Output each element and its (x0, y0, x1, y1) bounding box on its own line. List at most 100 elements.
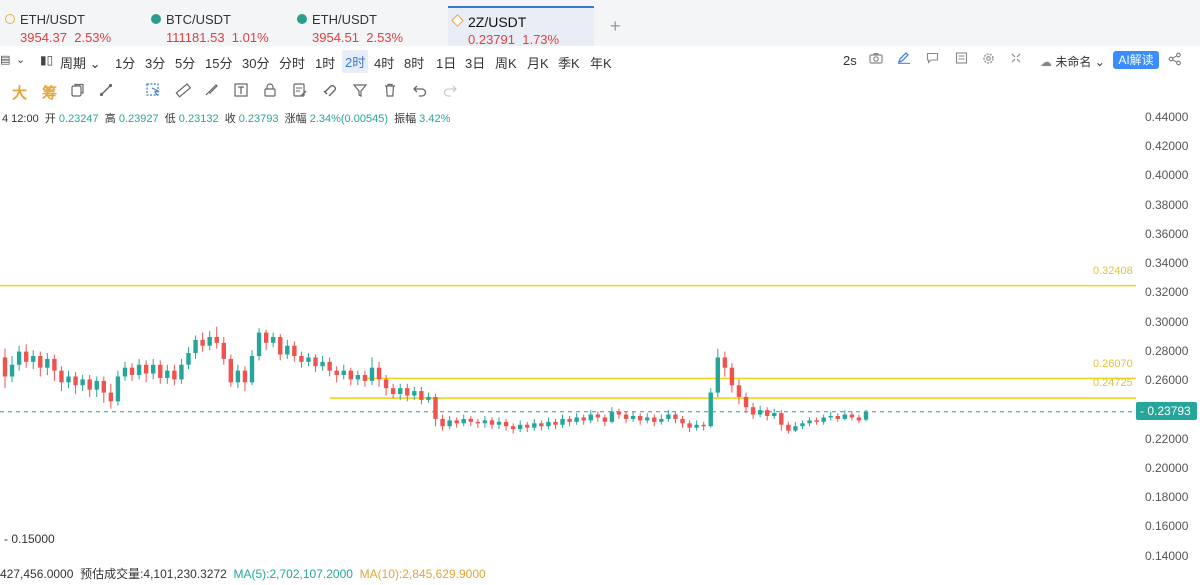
candle-body[interactable] (560, 418, 565, 425)
candle-body[interactable] (66, 376, 71, 383)
candle-body[interactable] (510, 426, 516, 430)
candle-body[interactable] (45, 358, 50, 368)
candle-body[interactable] (129, 367, 135, 376)
candle-body[interactable] (172, 370, 177, 380)
candle-body[interactable] (23, 351, 29, 362)
candlestick-chart[interactable] (0, 104, 1136, 585)
candle-body[interactable] (659, 418, 664, 422)
add-tab-icon[interactable]: + (610, 16, 621, 37)
candle-body[interactable] (87, 379, 92, 390)
candle-body[interactable] (743, 396, 749, 408)
select-cursor-icon[interactable] (145, 82, 161, 102)
candle-body[interactable] (52, 358, 57, 371)
candle-body[interactable] (376, 367, 382, 380)
candle-body[interactable] (214, 336, 219, 343)
candle-body[interactable] (588, 414, 593, 421)
candle-body[interactable] (31, 355, 36, 362)
edit-list-icon[interactable] (292, 82, 308, 102)
candle-body[interactable] (299, 355, 304, 362)
share-icon[interactable] (1168, 52, 1182, 69)
candle-body[interactable] (249, 355, 255, 383)
candle-body[interactable] (637, 415, 643, 421)
candle-body[interactable] (186, 353, 191, 365)
interval-month[interactable]: 月K (527, 53, 549, 72)
candle-body[interactable] (553, 421, 558, 425)
brush-icon[interactable] (203, 82, 219, 102)
candle-body[interactable] (581, 417, 586, 421)
tab-eth-usdt-1[interactable]: ETH/USDT 3954.37 2.53% (0, 6, 146, 46)
filter-icon[interactable] (352, 82, 368, 102)
candle-body[interactable] (369, 367, 375, 381)
interval-1d[interactable]: 1日 (436, 53, 456, 72)
candle-body[interactable] (616, 411, 622, 415)
candle-body[interactable] (136, 364, 142, 376)
candle-body[interactable] (108, 392, 114, 402)
candle-body[interactable] (489, 420, 495, 425)
candle-body[interactable] (722, 357, 728, 368)
candle-body[interactable] (405, 388, 410, 396)
candle-body[interactable] (193, 339, 198, 354)
candle-body[interactable] (228, 358, 234, 383)
interval-quarter[interactable]: 季K (558, 53, 580, 72)
candle-body[interactable] (390, 388, 396, 395)
chevron-down-icon[interactable]: ⌄ (16, 53, 25, 66)
trash-icon[interactable] (382, 82, 398, 102)
candle-body[interactable] (341, 370, 346, 376)
candle-body[interactable] (16, 351, 22, 365)
interval-1m[interactable]: 1分 (115, 53, 135, 72)
candle-body[interactable] (461, 418, 466, 424)
candle-body[interactable] (320, 361, 325, 367)
candle-body[interactable] (567, 418, 572, 422)
candle-body[interactable] (595, 414, 601, 418)
candle-body[interactable] (242, 370, 248, 383)
candle-body[interactable] (750, 407, 756, 415)
candle-body[interactable] (539, 423, 544, 427)
candle-body[interactable] (362, 375, 368, 381)
candle-body[interactable] (334, 370, 339, 376)
interval-4h[interactable]: 4时 (374, 53, 394, 72)
interval-week[interactable]: 周K (495, 53, 517, 72)
candle-body[interactable] (779, 413, 784, 425)
candle-body[interactable] (59, 370, 64, 383)
candle-body[interactable] (433, 396, 438, 419)
candle-body[interactable] (532, 423, 537, 428)
candle-body[interactable] (482, 420, 488, 424)
candle-body[interactable] (793, 426, 798, 431)
candle-body[interactable] (285, 345, 290, 355)
candle-body[interactable] (2, 357, 8, 377)
candle-body[interactable] (772, 413, 777, 416)
redo-icon[interactable] (442, 82, 458, 102)
candle-body[interactable] (292, 345, 297, 356)
candle-body[interactable] (122, 367, 128, 377)
candle-body[interactable] (200, 339, 205, 346)
candle-body[interactable] (151, 364, 156, 374)
candle-body[interactable] (468, 418, 473, 422)
pen-icon[interactable] (897, 52, 911, 67)
candle-body[interactable] (256, 332, 262, 356)
candle-body[interactable] (800, 423, 805, 427)
candle-body[interactable] (9, 364, 15, 377)
template-icon[interactable] (955, 52, 968, 67)
candle-body[interactable] (715, 357, 720, 393)
candle-body[interactable] (757, 410, 763, 415)
candle-body[interactable] (306, 357, 311, 362)
candle-body[interactable] (327, 361, 332, 371)
candle-body[interactable] (101, 380, 107, 393)
candle-body[interactable] (94, 380, 99, 390)
candle-body[interactable] (842, 414, 848, 419)
candle-body[interactable] (221, 342, 226, 359)
candle-body[interactable] (440, 418, 445, 427)
candle-body[interactable] (475, 421, 481, 424)
candle-body[interactable] (863, 411, 869, 420)
text-tool-icon[interactable] (233, 82, 249, 102)
candle-body[interactable] (807, 420, 812, 424)
candle-body[interactable] (764, 410, 770, 416)
candle-body[interactable] (546, 421, 551, 427)
camera-icon[interactable] (869, 52, 883, 67)
candle-body[interactable] (115, 376, 121, 402)
candle-body[interactable] (694, 424, 699, 428)
layout-name-dropdown[interactable]: ☁ 未命名 ⌄ (1040, 53, 1105, 70)
candle-body[interactable] (383, 379, 389, 389)
candle-body[interactable] (849, 414, 855, 418)
tab-btc-usdt[interactable]: BTC/USDT 111181.53 1.01% (146, 6, 292, 46)
